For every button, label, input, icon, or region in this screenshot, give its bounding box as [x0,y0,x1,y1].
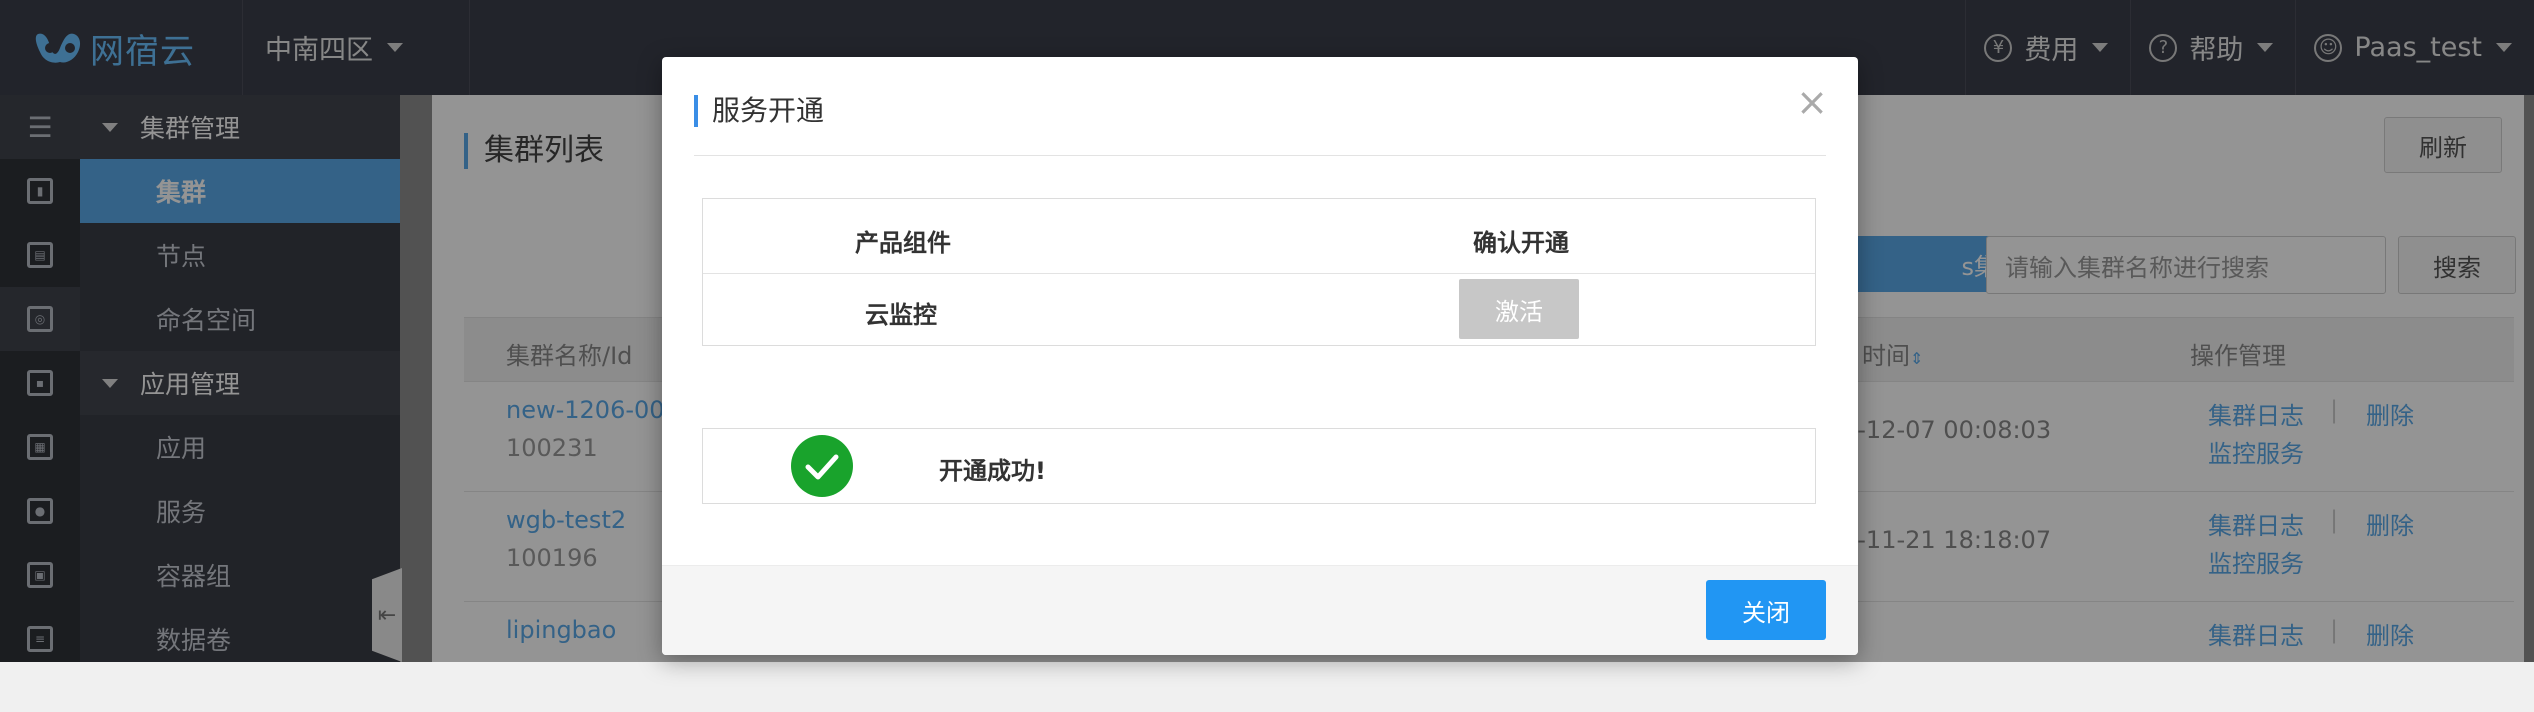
dialog-footer: 关闭 [662,565,1858,655]
activate-button[interactable]: 激活 [1459,279,1579,339]
success-message: 开通成功! [702,428,1816,504]
dialog-title: 服务开通 [694,95,824,127]
column-header-component: 产品组件 [855,229,951,257]
service-activation-dialog: 服务开通 × 产品组件 确认开通 云监控 激活 开通成功! 关闭 [662,57,1858,655]
divider [694,155,1826,156]
component-name: 云监控 [865,301,937,329]
success-text: 开通成功! [939,457,1046,485]
checkmark-icon [791,435,853,497]
service-table-header: 产品组件 确认开通 [703,199,1815,274]
service-row: 云监控 激活 [703,273,1815,347]
column-header-confirm: 确认开通 [1473,229,1569,257]
close-icon[interactable]: × [1796,83,1828,121]
service-table: 产品组件 确认开通 云监控 激活 [702,198,1816,346]
close-button[interactable]: 关闭 [1706,580,1826,640]
